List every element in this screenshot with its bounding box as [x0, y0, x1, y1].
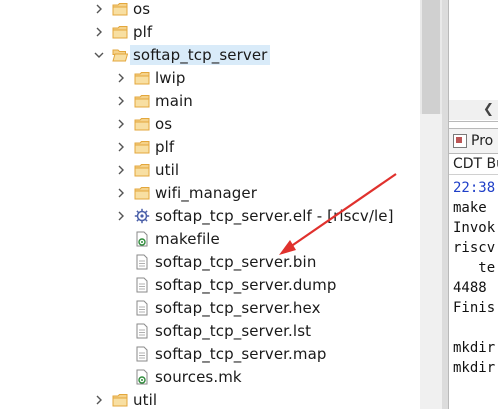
- tree-item-label: makefile: [155, 230, 220, 248]
- tree-item-label: main: [155, 92, 193, 110]
- tree-item[interactable]: softap_tcp_server: [92, 44, 271, 66]
- chevron-right-icon[interactable]: [92, 389, 106, 411]
- console-line: mkdir: [453, 360, 496, 376]
- chevron-right-icon[interactable]: [92, 0, 106, 20]
- folder-icon: [134, 139, 150, 155]
- makefile-icon: [134, 231, 150, 247]
- tree-item-label: softap_tcp_server.elf - [riscv/le]: [155, 207, 394, 225]
- makefile-icon: [134, 369, 150, 385]
- tree-item-label: softap_tcp_server.lst: [155, 322, 312, 340]
- console-line: make: [453, 200, 487, 216]
- tree-item[interactable]: main: [114, 90, 193, 112]
- console-output[interactable]: 22:38 make Invok riscv te 4488 Finis mkd…: [453, 178, 498, 378]
- binary-gear-icon: [134, 208, 150, 224]
- tree-item[interactable]: softap_tcp_server.lst: [114, 320, 311, 342]
- folder-icon: [112, 24, 128, 40]
- tree-item[interactable]: makefile: [114, 228, 220, 250]
- chevron-right-icon[interactable]: [114, 159, 128, 181]
- folder-icon: [134, 116, 150, 132]
- console-line: mkdir: [453, 340, 496, 356]
- file-icon: [134, 300, 150, 316]
- file-icon: [134, 346, 150, 362]
- folder-icon: [112, 392, 128, 408]
- console-line: 4488: [453, 280, 487, 296]
- tree-item[interactable]: softap_tcp_server.hex: [114, 297, 321, 319]
- console-line: te: [453, 260, 496, 276]
- folder-icon: [134, 93, 150, 109]
- file-icon: [134, 277, 150, 293]
- chevron-right-icon[interactable]: [92, 21, 106, 43]
- editor-area: ❮: [449, 0, 498, 122]
- tree-item[interactable]: util: [114, 159, 179, 181]
- tree-item[interactable]: softap_tcp_server.bin: [114, 251, 316, 273]
- chevron-down-icon[interactable]: [92, 44, 106, 66]
- tree-item[interactable]: sources.mk: [114, 366, 242, 388]
- chevron-right-icon[interactable]: [114, 67, 128, 89]
- chevron-right-icon[interactable]: [114, 205, 128, 227]
- file-icon: [134, 254, 150, 270]
- tree-item-label: plf: [155, 138, 175, 156]
- tree-item-label: lwip: [155, 69, 186, 87]
- folder-open-icon: [112, 47, 128, 63]
- scroll-left-arrow-icon[interactable]: ❮: [483, 102, 494, 117]
- console-line: 22:38: [453, 180, 496, 196]
- tab-problems[interactable]: Pro: [449, 128, 498, 154]
- console-line: riscv: [453, 240, 496, 256]
- right-panel: ❮ Pro CDT Bu 22:38 make Invok riscv te 4…: [448, 0, 498, 409]
- tab-label: Pro: [471, 133, 494, 149]
- tree-item[interactable]: plf: [92, 21, 152, 43]
- tree-item[interactable]: softap_tcp_server.dump: [114, 274, 337, 296]
- console-title: CDT Bu: [449, 153, 498, 175]
- chevron-right-icon[interactable]: [114, 182, 128, 204]
- chevron-right-icon[interactable]: [114, 90, 128, 112]
- folder-icon: [112, 1, 128, 17]
- console-title-label: CDT Bu: [453, 155, 498, 172]
- tree-item[interactable]: util: [92, 389, 157, 411]
- tree-item[interactable]: plf: [114, 136, 174, 158]
- tree-item-label: os: [155, 115, 173, 133]
- tree-item[interactable]: lwip: [114, 67, 186, 89]
- tree-item-label: softap_tcp_server.dump: [155, 276, 337, 294]
- folder-icon: [134, 162, 150, 178]
- folder-icon: [134, 70, 150, 86]
- tree-item-label: softap_tcp_server.map: [155, 345, 327, 363]
- folder-icon: [134, 185, 150, 201]
- vertical-scrollbar[interactable]: [420, 0, 442, 409]
- tree-item[interactable]: softap_tcp_server.elf - [riscv/le]: [114, 205, 394, 227]
- tree-item-label: plf: [133, 23, 153, 41]
- tree-item-label: wifi_manager: [155, 184, 258, 202]
- tree-item-label: util: [133, 391, 158, 409]
- tree-item[interactable]: softap_tcp_server.map: [114, 343, 327, 365]
- tree-item[interactable]: wifi_manager: [114, 182, 257, 204]
- tree-item-label: softap_tcp_server: [130, 45, 271, 65]
- console-line: Finis: [453, 300, 496, 316]
- console-line: Invok: [453, 220, 496, 236]
- scrollbar-thumb[interactable]: [422, 0, 440, 114]
- scrollbar-track[interactable]: [420, 114, 442, 409]
- tree-item[interactable]: os: [114, 113, 172, 135]
- tree-item-label: softap_tcp_server.bin: [155, 253, 317, 271]
- tree-item-label: util: [155, 161, 180, 179]
- tree-item-label: sources.mk: [155, 368, 242, 386]
- problems-icon: [453, 134, 467, 148]
- file-icon: [134, 323, 150, 339]
- tree-item-label: os: [133, 0, 151, 18]
- tree-item-label: softap_tcp_server.hex: [155, 299, 321, 317]
- chevron-right-icon[interactable]: [114, 136, 128, 158]
- chevron-right-icon[interactable]: [114, 113, 128, 135]
- tree-item[interactable]: os: [92, 0, 150, 20]
- project-explorer-tree: os plf softap_tcp_serverlwip main os plf util w…: [0, 0, 418, 409]
